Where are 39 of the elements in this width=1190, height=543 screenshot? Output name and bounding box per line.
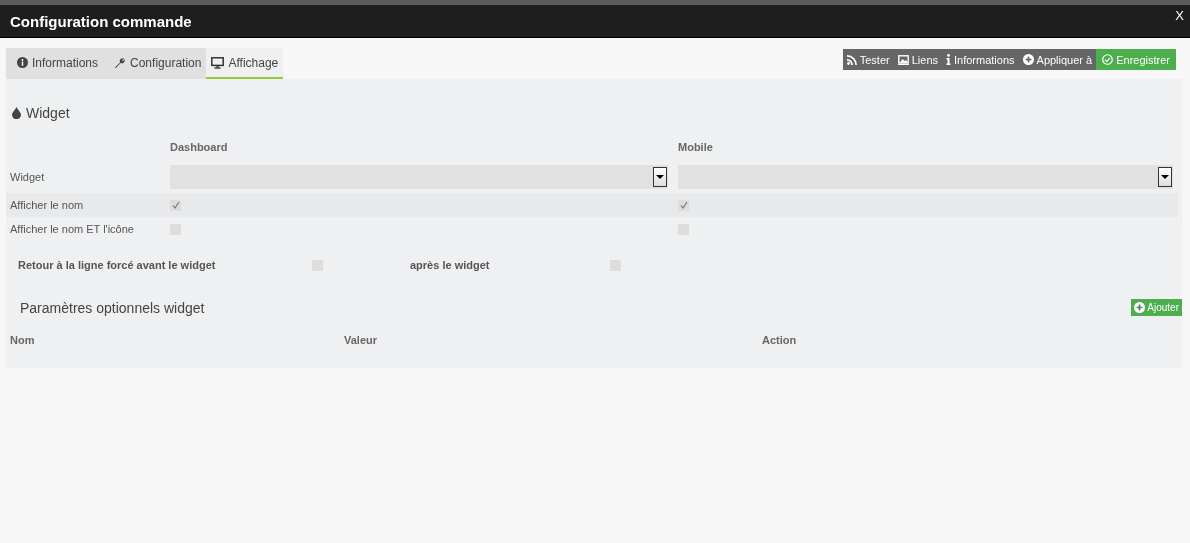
field-label: Widget: [10, 171, 45, 183]
wrench-icon: [114, 56, 127, 69]
tab[interactable]: Informations: [6, 48, 104, 79]
check-circle-icon: [1102, 54, 1114, 65]
checkmark-icon: [679, 201, 688, 209]
tab[interactable]: Configuration: [103, 48, 207, 79]
field-label: Retour à la ligne forcé avant le widget: [18, 259, 217, 271]
field-label: Afficher le nom ET l'icône: [10, 223, 134, 235]
section-heading: Widget: [12, 105, 1182, 121]
select-field[interactable]: [678, 165, 1173, 189]
toolbar-button[interactable]: Liens: [893, 49, 942, 70]
toolbar-button[interactable]: Appliquer à: [1018, 49, 1097, 70]
plus-circle-icon: [1022, 54, 1034, 65]
drop-icon: [12, 107, 21, 119]
window-title: Configuration commande: [10, 12, 192, 30]
info-icon: [17, 57, 28, 68]
select-field[interactable]: [170, 165, 668, 189]
checkbox[interactable]: [678, 199, 689, 211]
field-label: après le widget: [410, 259, 491, 271]
rss-icon: [846, 54, 857, 65]
plus-circle-icon: [1134, 302, 1146, 313]
info-icon: [946, 54, 951, 65]
column-header: Action: [762, 334, 798, 346]
checkbox[interactable]: [170, 199, 181, 211]
column-header: Nom: [10, 334, 36, 346]
monitor-icon: [211, 56, 225, 69]
section-heading: Paramètres optionnels widget: [20, 299, 205, 316]
column-header: Mobile: [678, 141, 713, 153]
tab[interactable]: Affichage: [206, 48, 284, 79]
toolbar-button[interactable]: Informations: [942, 49, 1019, 70]
close-button[interactable]: X: [1175, 7, 1184, 23]
toolbar-button[interactable]: Tester: [842, 49, 894, 70]
dropdown-caret-icon: [653, 167, 667, 187]
dropdown-caret-icon: [1158, 167, 1172, 187]
checkmark-icon: [171, 201, 180, 209]
picture-icon: [897, 54, 909, 65]
field-label: Afficher le nom: [10, 199, 84, 211]
column-header: Valeur: [344, 334, 379, 346]
column-header: Dashboard: [170, 141, 228, 153]
